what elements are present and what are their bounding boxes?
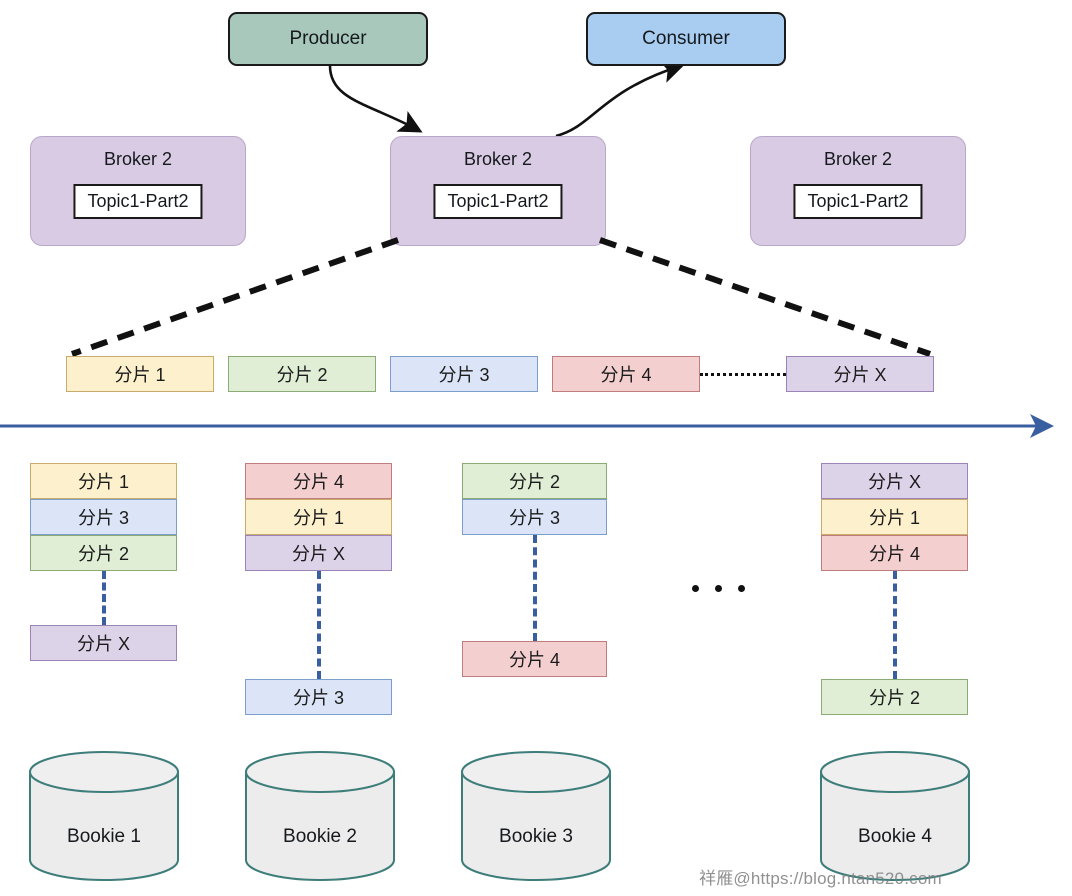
bookie-label: Bookie 2	[283, 826, 357, 847]
broker-topic: Topic1-Part2	[793, 184, 923, 219]
shard-label: 分片 1	[292, 508, 344, 528]
stack-shard[interactable]: 分片 X	[245, 535, 392, 571]
shard-label: 分片 3	[292, 688, 344, 708]
stack-shard[interactable]: 分片 2	[30, 535, 177, 571]
shard-label: 分片 4	[292, 472, 344, 492]
diagram-canvas: Producer Consumer Broker 2 Topic1-Part2 …	[0, 0, 1072, 896]
stack-shard-tail[interactable]: 分片 3	[245, 679, 392, 715]
broker-title: Broker 2	[463, 149, 533, 169]
stack-shard[interactable]: 分片 4	[821, 535, 968, 571]
broker-topic: Topic1-Part2	[73, 184, 203, 219]
shard-label: 分片 X	[867, 472, 921, 492]
stack-shard[interactable]: 分片 X	[821, 463, 968, 499]
timeline-arrow	[0, 414, 1054, 438]
bookie-label: Bookie 1	[67, 826, 141, 847]
shard-label: 分片 2	[276, 365, 328, 385]
stack-shard[interactable]: 分片 4	[245, 463, 392, 499]
stack-dashed-connector	[317, 571, 321, 679]
producer-box[interactable]: Producer	[228, 12, 428, 66]
stack-shard[interactable]: 分片 2	[462, 463, 607, 499]
shard-label: 分片 1	[77, 472, 129, 492]
expansion-line-left	[71, 237, 399, 357]
cylinder-icon	[29, 751, 179, 881]
shard-label: 分片 X	[833, 365, 887, 385]
shard-chip[interactable]: 分片 4	[552, 356, 700, 392]
broker-title: Broker 2	[823, 149, 893, 169]
shard-chip[interactable]: 分片 3	[390, 356, 538, 392]
shard-label: 分片 2	[868, 688, 920, 708]
consumer-label: Consumer	[642, 28, 730, 49]
cylinder-icon	[820, 751, 970, 881]
stack-shard[interactable]: 分片 1	[30, 463, 177, 499]
ellipsis-dot	[692, 585, 699, 592]
stack-dashed-connector	[893, 571, 897, 679]
bookie-cylinder-4[interactable]: Bookie 4	[819, 750, 971, 882]
stack-dashed-connector	[533, 535, 537, 641]
consumer-box[interactable]: Consumer	[586, 12, 786, 66]
shard-label: 分片 2	[77, 544, 129, 564]
broker-expansion-lines	[71, 237, 931, 357]
shard-chip[interactable]: 分片 2	[228, 356, 376, 392]
bookie-label: Bookie 4	[858, 826, 932, 847]
stack-shard-tail[interactable]: 分片 4	[462, 641, 607, 677]
shard-chip[interactable]: 分片 X	[786, 356, 934, 392]
shard-label: 分片 3	[438, 365, 490, 385]
bookie-label: Bookie 3	[499, 826, 573, 847]
ellipsis-dot	[738, 585, 745, 592]
shard-chip[interactable]: 分片 1	[66, 356, 214, 392]
expansion-line-right	[599, 237, 931, 357]
producer-to-broker-arrow	[328, 65, 423, 133]
bookie-cylinder-2[interactable]: Bookie 2	[244, 750, 396, 882]
shard-label: 分片 2	[508, 472, 560, 492]
shard-label: 分片 4	[600, 365, 652, 385]
broker-topic: Topic1-Part2	[433, 184, 563, 219]
shard-label: 分片 4	[508, 650, 560, 670]
ellipsis-dot	[715, 585, 722, 592]
stack-shard-tail[interactable]: 分片 2	[821, 679, 968, 715]
shard-label: 分片 3	[508, 508, 560, 528]
cylinder-icon	[461, 751, 611, 881]
stack-shard[interactable]: 分片 3	[462, 499, 607, 535]
bookie-cylinder-3[interactable]: Bookie 3	[460, 750, 612, 882]
stack-shard[interactable]: 分片 1	[821, 499, 968, 535]
shard-label: 分片 4	[868, 544, 920, 564]
shard-label: 分片 3	[77, 508, 129, 528]
ellipsis-indicator	[692, 585, 745, 592]
bookie-cylinder-1[interactable]: Bookie 1	[28, 750, 180, 882]
broker-title: Broker 2	[103, 149, 173, 169]
watermark-text: 祥雁@https://blog.ntan520.com	[699, 869, 942, 888]
stack-dashed-connector	[102, 571, 106, 625]
cylinder-icon	[245, 751, 395, 881]
shard-label: 分片 X	[76, 634, 130, 654]
shard-label: 分片 1	[868, 508, 920, 528]
producer-label: Producer	[289, 28, 367, 49]
broker-to-consumer-arrow	[555, 60, 685, 138]
shard-label: 分片 1	[114, 365, 166, 385]
shard-row-dotted-connector	[700, 373, 786, 376]
shard-label: 分片 X	[291, 544, 345, 564]
stack-shard[interactable]: 分片 1	[245, 499, 392, 535]
stack-shard-tail[interactable]: 分片 X	[30, 625, 177, 661]
stack-shard[interactable]: 分片 3	[30, 499, 177, 535]
